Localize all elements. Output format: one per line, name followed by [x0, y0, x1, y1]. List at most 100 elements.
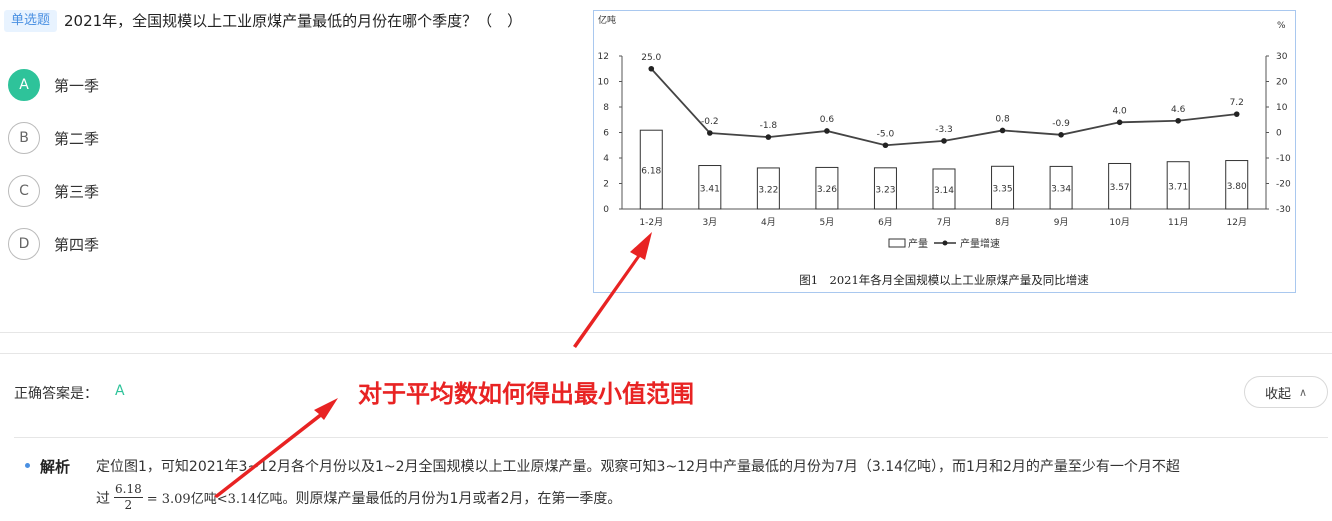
bar-value-label: 3.71 [1168, 182, 1188, 192]
growth-point [648, 65, 655, 72]
growth-value-label: -3.3 [935, 125, 953, 135]
right-tick-label: 10 [1276, 103, 1288, 113]
option-b-letter: B [8, 122, 40, 154]
growth-value-label: 4.0 [1112, 106, 1127, 116]
chart-caption: 图1 2021年各月全国规模以上工业原煤产量及同比增速 [799, 273, 1089, 287]
option-b[interactable]: B 第二季 [8, 121, 99, 155]
growth-point [882, 142, 889, 149]
x-tick-label: 4月 [761, 217, 776, 228]
right-tick-label: -30 [1276, 205, 1291, 215]
option-c[interactable]: C 第三季 [8, 174, 99, 208]
right-axis-unit: % [1277, 21, 1286, 31]
growth-point [1233, 111, 1240, 117]
growth-point [1058, 131, 1064, 138]
right-tick-label: -20 [1276, 180, 1291, 190]
option-a[interactable]: A 第一季 [8, 68, 99, 102]
left-tick-label: 4 [603, 154, 609, 164]
option-a-letter: A [8, 69, 40, 101]
bar-value-label: 3.34 [1051, 185, 1071, 195]
right-tick-label: -10 [1276, 154, 1291, 164]
growth-value-label: 4.6 [1171, 105, 1186, 115]
explanation-title: 解析 [40, 458, 71, 476]
legend-bar-label: 产量 [908, 237, 928, 250]
explanation-line-2: 过 6.18 2 = 3.09亿吨<3.14亿吨。 则原煤产量最低的月份为1月或… [96, 482, 621, 513]
growth-value-label: 25.0 [641, 53, 661, 63]
left-tick-label: 8 [603, 103, 609, 113]
section-divider [0, 353, 1332, 354]
growth-value-label: 0.6 [820, 115, 835, 125]
left-tick-label: 12 [598, 52, 609, 62]
growth-value-label: -0.9 [1052, 119, 1070, 129]
collapse-button[interactable]: 收起 ∧ [1244, 376, 1328, 408]
x-tick-label: 9月 [1054, 217, 1069, 228]
right-tick-label: 30 [1276, 52, 1288, 62]
x-tick-label: 7月 [937, 217, 952, 228]
question-text: 2021年，全国规模以上工业原煤产量最低的月份在哪个季度？（ ） [64, 12, 523, 30]
option-c-label: 第三季 [54, 182, 100, 201]
growth-value-label: -0.2 [701, 117, 719, 127]
right-tick-label: 0 [1276, 129, 1282, 139]
bar-value-label: 3.80 [1227, 182, 1247, 192]
growth-point [824, 128, 830, 134]
left-tick-label: 2 [603, 180, 609, 190]
option-c-letter: C [8, 175, 40, 207]
legend-line-marker [942, 240, 948, 246]
option-d[interactable]: D 第四季 [8, 227, 99, 261]
explanation-math: = 3.09亿吨<3.14亿吨。 [146, 492, 296, 507]
left-tick-label: 0 [603, 205, 609, 215]
annotation-text: 对于平均数如何得出最小值范围 [358, 380, 694, 408]
bar-value-label: 3.57 [1110, 183, 1130, 193]
growth-value-label: 7.2 [1230, 98, 1244, 108]
explanation-prefix: 过 [96, 490, 110, 507]
legend-line-label: 产量增速 [960, 237, 1000, 250]
right-tick-label: 20 [1276, 78, 1288, 88]
x-tick-label: 8月 [995, 217, 1010, 228]
section-divider [0, 332, 1332, 333]
option-d-label: 第四季 [54, 235, 100, 254]
fraction-denominator: 2 [124, 498, 133, 512]
explanation-line-1: 定位图1，可知2021年3~12月各个月份以及1~2月全国规模以上工业原煤产量。… [96, 459, 1180, 475]
bar-value-label: 6.18 [641, 167, 661, 177]
question-type-tag: 单选题 [4, 10, 58, 32]
answer-value: A [115, 383, 125, 399]
combo-chart: 亿吨 % 0 2 4 6 8 10 12 30 20 10 0 -10 -20 -30 6.18 3.41 3.22… [598, 14, 1291, 287]
bar-value-label: 3.14 [934, 186, 954, 196]
fraction-numerator: 6.18 [114, 482, 143, 498]
left-tick-label: 10 [598, 78, 610, 88]
growth-point [941, 138, 947, 144]
growth-value-label: 0.8 [995, 114, 1010, 124]
chart-image: 亿吨% 0 2 4 6 8 10 12 30 20 10 0 -10 -20 -30 6.18 3.41 3.22… [593, 10, 1296, 293]
x-tick-label: 3月 [702, 217, 717, 228]
growth-point [1116, 119, 1123, 126]
bar-value-label: 3.22 [758, 185, 778, 195]
fraction: 6.18 2 [114, 482, 143, 513]
x-tick-label: 1-2月 [639, 217, 663, 228]
collapse-label: 收起 [1264, 386, 1291, 402]
x-tick-label: 5月 [820, 217, 835, 228]
legend-bar-swatch [888, 238, 906, 248]
growth-point [1175, 117, 1181, 124]
answer-label: 正确答案是： [14, 386, 98, 402]
option-a-label: 第一季 [54, 76, 100, 95]
growth-value-label: -1.8 [760, 121, 778, 131]
chevron-up-icon: ∧ [1298, 385, 1308, 399]
x-tick-label: 11月 [1168, 217, 1188, 228]
bullet-icon [25, 463, 30, 468]
growth-point [999, 127, 1006, 134]
left-tick-label: 6 [603, 129, 609, 139]
bar-value-label: 3.23 [875, 185, 895, 195]
section-divider [14, 437, 1328, 438]
left-axis-unit: 亿吨 [598, 14, 616, 26]
growth-point [707, 130, 713, 136]
bar-value-label: 3.26 [817, 185, 837, 195]
bar-value-label: 3.35 [993, 185, 1013, 195]
x-tick-label: 12月 [1227, 217, 1247, 228]
x-tick-label: 6月 [878, 217, 893, 228]
bar-value-label: 3.41 [700, 184, 720, 194]
option-b-label: 第二季 [54, 129, 100, 148]
growth-value-label: -5.0 [877, 129, 895, 139]
option-d-letter: D [8, 228, 40, 260]
x-tick-label: 10月 [1109, 217, 1129, 228]
explanation-suffix: 则原煤产量最低的月份为1月或者2月，在第一季度。 [295, 490, 622, 507]
growth-point [765, 134, 772, 140]
